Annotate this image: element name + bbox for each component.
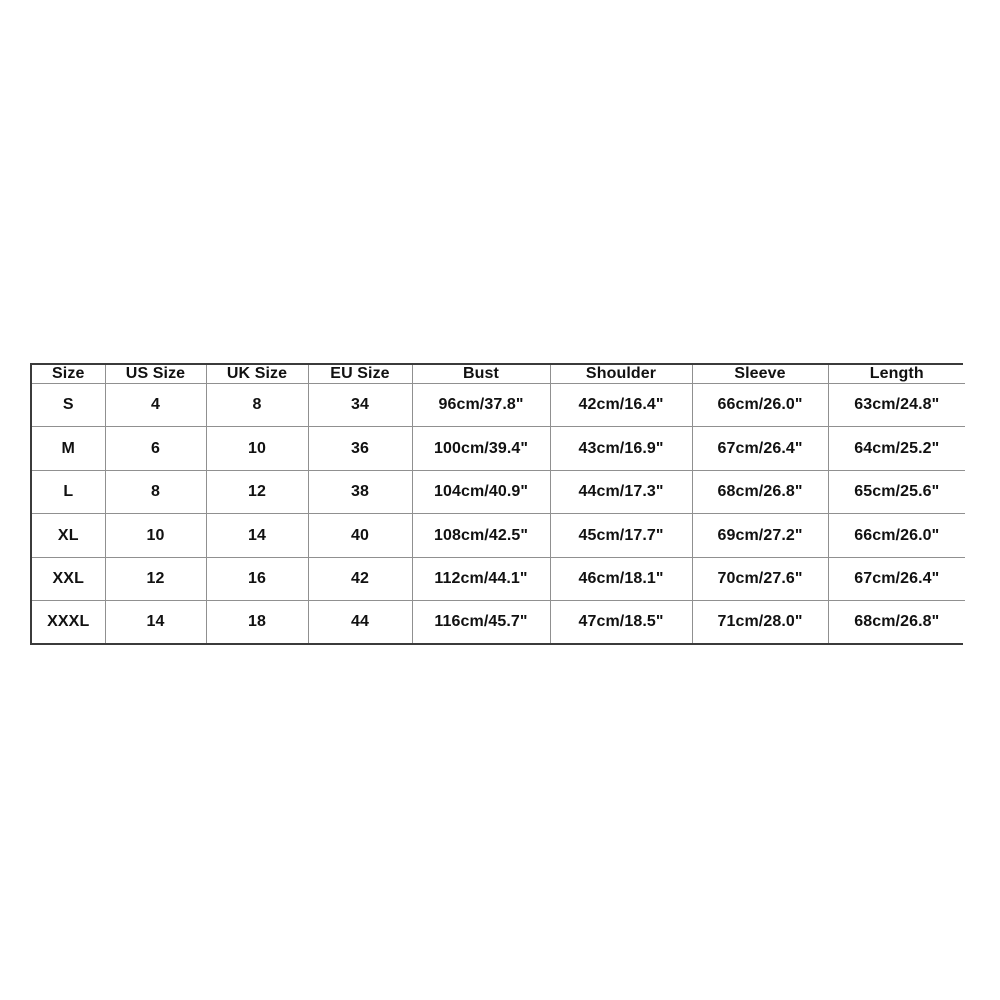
cell-length: 64cm/25.2"	[827, 426, 965, 471]
cell-size: XXXL	[32, 600, 106, 643]
column-header-length: Length	[827, 365, 965, 384]
cell-uk-size: 10	[205, 426, 309, 471]
cell-uk-size: 8	[205, 382, 309, 428]
column-header-bust: Bust	[411, 365, 551, 384]
cell-sleeve: 71cm/28.0"	[691, 600, 829, 643]
cell-length: 68cm/26.8"	[827, 600, 965, 643]
cell-eu-size: 38	[307, 469, 413, 515]
table-row: S 4 8 34 96cm/37.8" 42cm/16.4" 66cm/26.0…	[32, 382, 965, 428]
cell-shoulder: 43cm/16.9"	[549, 426, 693, 471]
cell-shoulder: 47cm/18.5"	[549, 600, 693, 643]
table-row: M 6 10 36 100cm/39.4" 43cm/16.9" 67cm/26…	[32, 426, 965, 471]
column-header-us-size: US Size	[104, 365, 207, 384]
cell-shoulder: 45cm/17.7"	[549, 513, 693, 558]
cell-shoulder: 44cm/17.3"	[549, 469, 693, 515]
table-row: XXL 12 16 42 112cm/44.1" 46cm/18.1" 70cm…	[32, 556, 965, 602]
table-header-row: Size US Size UK Size EU Size Bust Should…	[32, 365, 965, 384]
cell-size: XL	[32, 513, 106, 558]
size-chart-table: Size US Size UK Size EU Size Bust Should…	[32, 365, 965, 643]
cell-sleeve: 69cm/27.2"	[691, 513, 829, 558]
cell-uk-size: 12	[205, 469, 309, 515]
cell-length: 66cm/26.0"	[827, 513, 965, 558]
size-chart-body: S 4 8 34 96cm/37.8" 42cm/16.4" 66cm/26.0…	[32, 382, 965, 643]
cell-eu-size: 34	[307, 382, 413, 428]
size-chart-header: Size US Size UK Size EU Size Bust Should…	[32, 365, 965, 384]
column-header-sleeve: Sleeve	[691, 365, 829, 384]
cell-us-size: 12	[104, 556, 207, 602]
cell-size: S	[32, 382, 106, 428]
cell-eu-size: 40	[307, 513, 413, 558]
cell-eu-size: 42	[307, 556, 413, 602]
cell-uk-size: 16	[205, 556, 309, 602]
cell-shoulder: 42cm/16.4"	[549, 382, 693, 428]
cell-sleeve: 67cm/26.4"	[691, 426, 829, 471]
cell-length: 67cm/26.4"	[827, 556, 965, 602]
column-header-shoulder: Shoulder	[549, 365, 693, 384]
cell-shoulder: 46cm/18.1"	[549, 556, 693, 602]
cell-us-size: 10	[104, 513, 207, 558]
cell-length: 65cm/25.6"	[827, 469, 965, 515]
cell-us-size: 4	[104, 382, 207, 428]
cell-sleeve: 68cm/26.8"	[691, 469, 829, 515]
cell-bust: 112cm/44.1"	[411, 556, 551, 602]
cell-bust: 100cm/39.4"	[411, 426, 551, 471]
image-canvas: Size US Size UK Size EU Size Bust Should…	[0, 0, 1000, 1000]
cell-size: M	[32, 426, 106, 471]
cell-eu-size: 36	[307, 426, 413, 471]
cell-bust: 116cm/45.7"	[411, 600, 551, 643]
cell-uk-size: 18	[205, 600, 309, 643]
cell-bust: 96cm/37.8"	[411, 382, 551, 428]
cell-bust: 104cm/40.9"	[411, 469, 551, 515]
cell-us-size: 8	[104, 469, 207, 515]
cell-uk-size: 14	[205, 513, 309, 558]
column-header-size: Size	[32, 365, 106, 384]
column-header-uk-size: UK Size	[205, 365, 309, 384]
column-header-eu-size: EU Size	[307, 365, 413, 384]
cell-us-size: 6	[104, 426, 207, 471]
cell-us-size: 14	[104, 600, 207, 643]
table-row: L 8 12 38 104cm/40.9" 44cm/17.3" 68cm/26…	[32, 469, 965, 515]
cell-eu-size: 44	[307, 600, 413, 643]
table-row: XL 10 14 40 108cm/42.5" 45cm/17.7" 69cm/…	[32, 513, 965, 558]
cell-length: 63cm/24.8"	[827, 382, 965, 428]
table-row: XXXL 14 18 44 116cm/45.7" 47cm/18.5" 71c…	[32, 600, 965, 643]
cell-bust: 108cm/42.5"	[411, 513, 551, 558]
cell-size: L	[32, 469, 106, 515]
cell-sleeve: 70cm/27.6"	[691, 556, 829, 602]
size-chart-container: Size US Size UK Size EU Size Bust Should…	[30, 363, 965, 645]
cell-size: XXL	[32, 556, 106, 602]
cell-sleeve: 66cm/26.0"	[691, 382, 829, 428]
